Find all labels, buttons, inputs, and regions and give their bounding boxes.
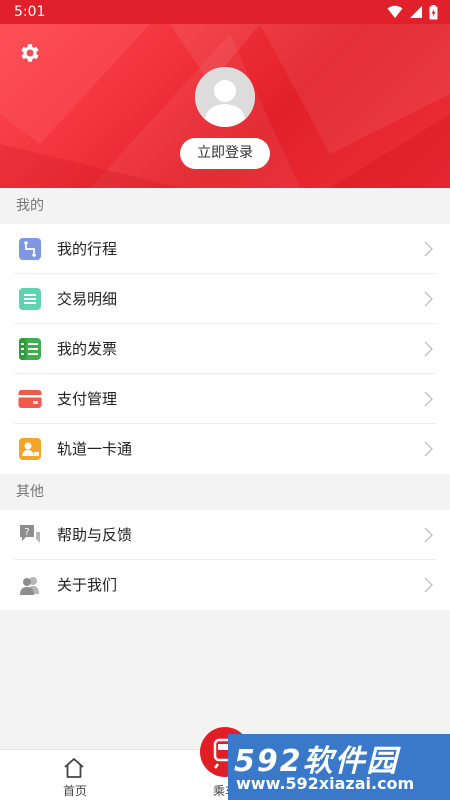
other-menu-list: ? 帮助与反馈 关于我们 bbox=[0, 510, 450, 610]
route-icon bbox=[19, 238, 41, 260]
svg-text:?: ? bbox=[24, 527, 29, 538]
menu-item-about-us[interactable]: 关于我们 bbox=[0, 560, 450, 610]
watermark-url-text: www.592xiazai.com bbox=[236, 774, 415, 793]
section-title-other: 其他 bbox=[0, 474, 450, 510]
menu-item-payment-management[interactable]: 支付管理 bbox=[0, 374, 450, 424]
menu-item-my-trips[interactable]: 我的行程 bbox=[0, 224, 450, 274]
menu-item-help-feedback[interactable]: ? 帮助与反馈 bbox=[0, 510, 450, 560]
watermark-banner: 592软件园 www.592xiazai.com bbox=[228, 734, 450, 800]
profile-header: 立即登录 bbox=[0, 24, 450, 188]
status-time: 5:01 bbox=[14, 4, 46, 20]
menu-item-label: 关于我们 bbox=[57, 576, 118, 594]
menu-item-label: 帮助与反馈 bbox=[57, 526, 133, 544]
id-card-icon bbox=[19, 438, 41, 460]
wifi-icon bbox=[387, 5, 403, 18]
section-title-mine: 我的 bbox=[0, 188, 450, 224]
default-user-icon bbox=[195, 67, 255, 127]
menu-item-my-invoices[interactable]: 我的发票 bbox=[0, 324, 450, 374]
system-icons bbox=[387, 4, 438, 20]
tab-home[interactable]: 首页 bbox=[0, 750, 150, 800]
chevron-right-icon bbox=[424, 527, 433, 543]
invoice-icon bbox=[19, 338, 41, 360]
chevron-right-icon bbox=[424, 577, 433, 593]
chevron-right-icon bbox=[424, 341, 433, 357]
chevron-right-icon bbox=[424, 391, 433, 407]
avatar[interactable] bbox=[195, 67, 255, 127]
list-detail-icon bbox=[19, 288, 41, 310]
card-icon bbox=[18, 390, 42, 408]
menu-item-label: 我的发票 bbox=[57, 340, 118, 358]
menu-item-transactions[interactable]: 交易明细 bbox=[0, 274, 450, 324]
settings-gear-icon[interactable] bbox=[18, 41, 42, 65]
tab-home-label: 首页 bbox=[62, 784, 87, 798]
signal-icon bbox=[410, 6, 422, 18]
status-bar: 5:01 bbox=[0, 0, 450, 24]
login-button[interactable]: 立即登录 bbox=[180, 138, 270, 169]
home-icon bbox=[64, 758, 84, 778]
chevron-right-icon bbox=[424, 291, 433, 307]
menu-item-label: 交易明细 bbox=[57, 290, 118, 308]
menu-item-label: 我的行程 bbox=[57, 240, 118, 258]
menu-item-label: 轨道一卡通 bbox=[57, 440, 133, 458]
menu-item-label: 支付管理 bbox=[57, 390, 118, 408]
people-icon bbox=[20, 577, 39, 595]
chevron-right-icon bbox=[424, 241, 433, 257]
chevron-right-icon bbox=[424, 441, 433, 457]
battery-charging-icon bbox=[429, 4, 438, 19]
mine-menu-list: 我的行程 交易明细 我的发票 支付管理 轨道一卡通 bbox=[0, 224, 450, 474]
help-chat-icon: ? bbox=[20, 525, 40, 543]
menu-item-transit-card[interactable]: 轨道一卡通 bbox=[0, 424, 450, 474]
